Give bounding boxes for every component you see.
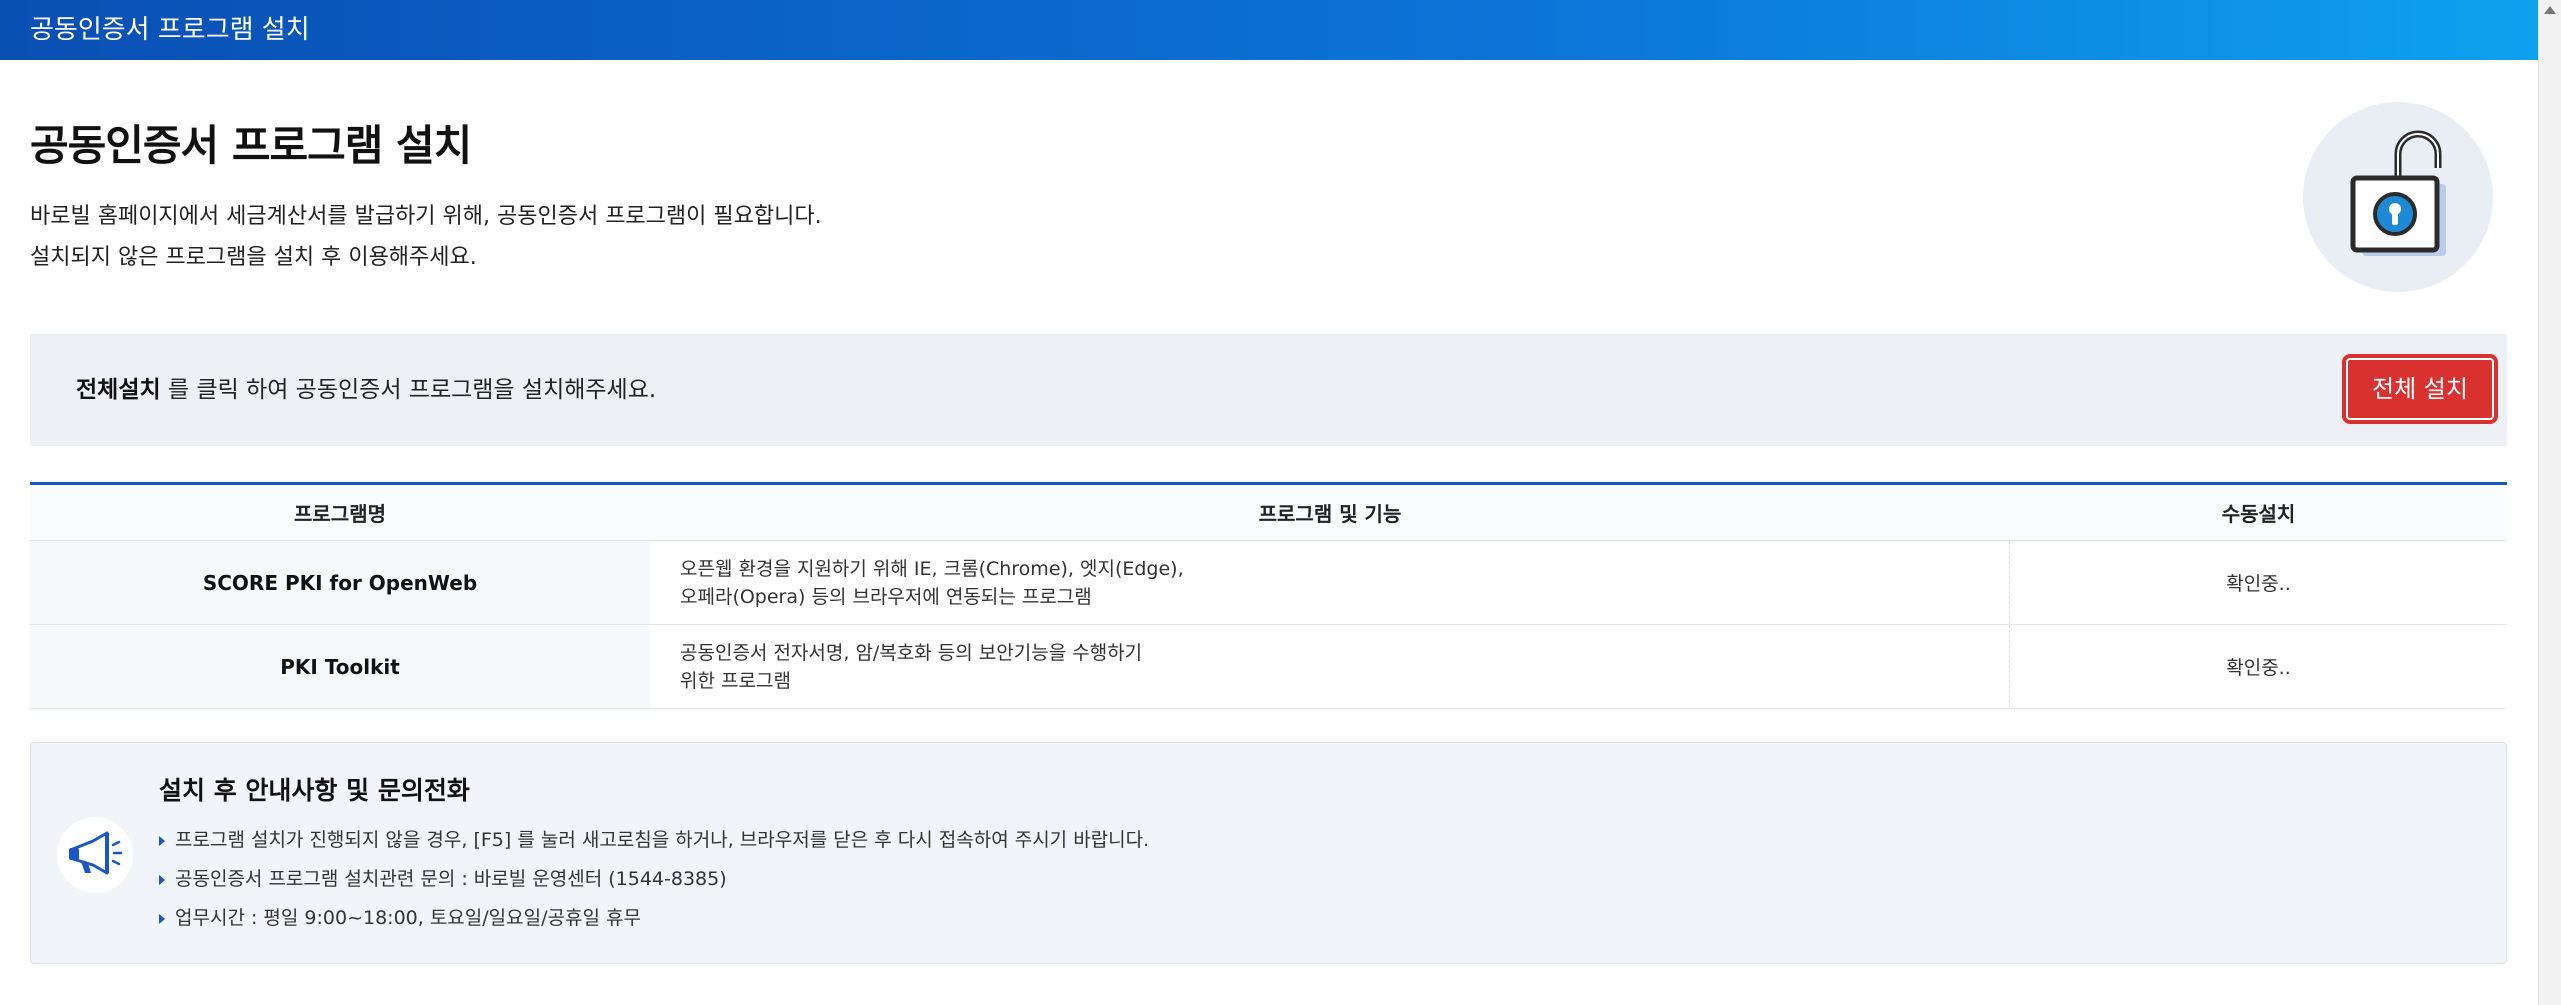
program-description-line-2: 위한 프로그램 [680, 669, 791, 692]
program-description-line-2: 오페라(Opera) 등의 브라우저에 연동되는 프로그램 [680, 585, 1092, 608]
column-header-program-function: 프로그램 및 기능 [1258, 502, 1402, 526]
program-description: 공동인증서 전자서명, 암/복호화 등의 보안기능을 수행하기 위한 프로그램 [650, 625, 2010, 708]
program-description-line-1: 오픈웹 환경을 지원하기 위해 IE, 크롬(Chrome), 엣지(Edge)… [680, 557, 1184, 580]
window-title-bar: 공동인증서 프로그램 설치 [0, 0, 2538, 60]
description-line-2: 설치되지 않은 프로그램을 설치 후 이용해주세요. [30, 245, 477, 270]
window-title: 공동인증서 프로그램 설치 [30, 15, 310, 45]
install-all-button[interactable]: 전체 설치 [2342, 354, 2498, 424]
column-header-manual-install: 수동설치 [2221, 502, 2296, 526]
info-list: 프로그램 설치가 진행되지 않을 경우, [F5] 를 눌러 새고로침을 하거나… [159, 821, 1149, 938]
description-line-1: 바로빌 홈페이지에서 세금계산서를 발급하기 위해, 공동인증서 프로그램이 필… [30, 204, 822, 229]
info-item-hours: 업무시간 : 평일 9:00~18:00, 토요일/일요일/공휴일 휴무 [159, 899, 1149, 938]
manual-install-status: 확인중.. [2226, 657, 2291, 679]
program-description-line-1: 공동인증서 전자서명, 암/복호화 등의 보안기능을 수행하기 [680, 641, 1143, 664]
install-notice-strong: 전체설치 [76, 377, 161, 403]
program-description: 오픈웹 환경을 지원하기 위해 IE, 크롬(Chrome), 엣지(Edge)… [650, 541, 2010, 624]
install-notice-box: 전체설치 를 클릭 하여 공동인증서 프로그램을 설치해주세요. 전체 설치 [30, 334, 2507, 446]
page-description: 바로빌 홈페이지에서 세금계산서를 발급하기 위해, 공동인증서 프로그램이 필… [30, 196, 822, 278]
column-header-program-name: 프로그램명 [294, 502, 386, 526]
table-header-row: 프로그램명 프로그램 및 기능 수동설치 [30, 485, 2507, 541]
install-notice-message: 를 클릭 하여 공동인증서 프로그램을 설치해주세요. [160, 377, 657, 403]
manual-install-status: 확인중.. [2226, 573, 2291, 595]
megaphone-icon [69, 831, 123, 875]
post-install-info-box: 설치 후 안내사항 및 문의전화 프로그램 설치가 진행되지 않을 경우, [F… [30, 742, 2507, 964]
info-title: 설치 후 안내사항 및 문의전화 [159, 776, 470, 805]
lock-illustration [2303, 102, 2493, 292]
page-title: 공동인증서 프로그램 설치 [30, 121, 472, 170]
table-row: PKI Toolkit 공동인증서 전자서명, 암/복호화 등의 보안기능을 수… [30, 625, 2507, 709]
unlocked-padlock-icon [2350, 130, 2446, 256]
program-table: 프로그램명 프로그램 및 기능 수동설치 SCORE PKI for OpenW… [30, 482, 2507, 709]
megaphone-badge [57, 817, 133, 893]
scroll-up-arrow-icon[interactable] [2544, 6, 2556, 14]
program-name: PKI Toolkit [30, 625, 650, 708]
install-notice-text: 전체설치 를 클릭 하여 공동인증서 프로그램을 설치해주세요. [76, 334, 656, 446]
info-item-refresh: 프로그램 설치가 진행되지 않을 경우, [F5] 를 눌러 새고로침을 하거나… [159, 821, 1149, 860]
vertical-scrollbar[interactable] [2538, 0, 2561, 1005]
program-name: SCORE PKI for OpenWeb [30, 541, 650, 624]
info-item-contact: 공동인증서 프로그램 설치관련 문의 : 바로빌 운영센터 (1544-8385… [159, 860, 1149, 899]
table-row: SCORE PKI for OpenWeb 오픈웹 환경을 지원하기 위해 IE… [30, 541, 2507, 625]
